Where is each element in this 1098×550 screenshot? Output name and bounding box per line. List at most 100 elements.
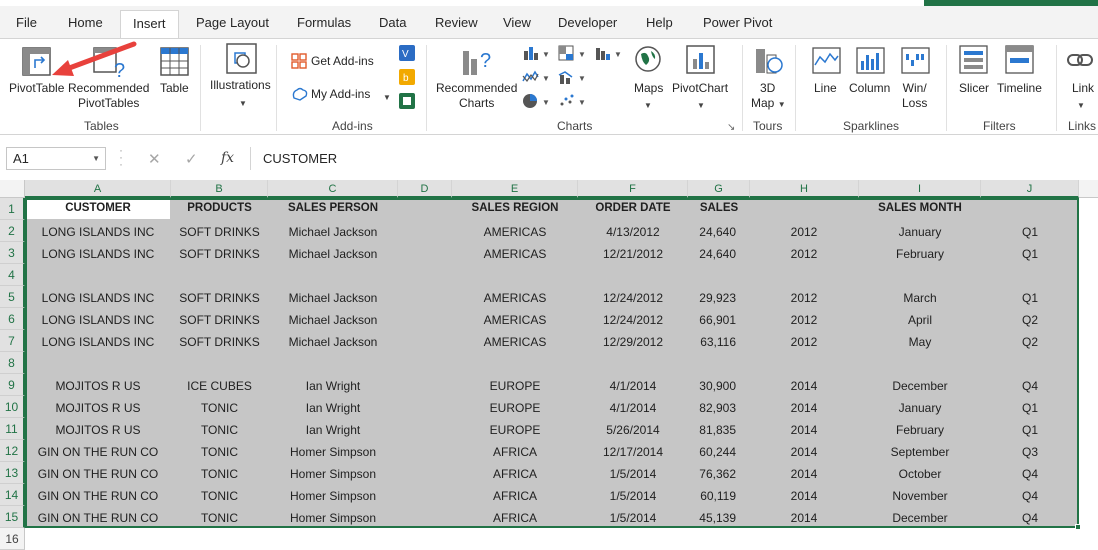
cell-quarter[interactable]: Q1 [981, 291, 1079, 305]
my-addins-icon[interactable] [291, 86, 309, 102]
tab-data[interactable]: Data [379, 15, 406, 30]
column-header-k[interactable] [1079, 180, 1098, 198]
header-sales-person[interactable]: SALES PERSON [268, 202, 398, 214]
link-dropdown-icon[interactable]: ▼ [1077, 98, 1085, 113]
table-button[interactable]: Table [160, 81, 189, 96]
cell-quarter[interactable]: Q4 [981, 511, 1079, 525]
cell-customer[interactable]: MOJITOS R US [25, 379, 171, 393]
cell-month[interactable]: May [859, 335, 981, 349]
cell-customer[interactable]: MOJITOS R US [25, 423, 171, 437]
cell-year[interactable]: 2014 [750, 401, 858, 415]
cell-region[interactable]: EUROPE [452, 401, 578, 415]
cell-month[interactable]: March [859, 291, 981, 305]
row-header[interactable]: 11 [0, 418, 25, 440]
cell-year[interactable]: 2014 [750, 445, 858, 459]
cell-region[interactable]: EUROPE [452, 379, 578, 393]
cell-month[interactable]: January [859, 401, 981, 415]
cell-date[interactable]: 1/5/2014 [578, 511, 688, 525]
cell-product[interactable]: SOFT DRINKS [171, 291, 268, 305]
cell-year[interactable]: 2012 [750, 247, 858, 261]
cell-person[interactable]: Michael Jackson [268, 225, 398, 239]
row-header[interactable]: 9 [0, 374, 25, 396]
cell-person[interactable]: Michael Jackson [268, 291, 398, 305]
cell-product[interactable]: TONIC [171, 445, 268, 459]
column-header-c[interactable]: C [268, 180, 398, 198]
row-header[interactable]: 14 [0, 484, 25, 506]
row-header[interactable]: 12 [0, 440, 25, 462]
tab-developer[interactable]: Developer [558, 15, 617, 30]
row-header[interactable]: 5 [0, 286, 25, 308]
cell-customer[interactable]: LONG ISLANDS INC [25, 335, 171, 349]
recommended-charts-button[interactable]: Recommended Charts [436, 81, 517, 111]
cell-month[interactable]: December [859, 511, 981, 525]
cell-date[interactable]: 12/29/2012 [578, 335, 688, 349]
cell-month[interactable]: September [859, 445, 981, 459]
slicer-icon[interactable] [959, 45, 989, 75]
row-header[interactable]: 10 [0, 396, 25, 418]
sparkline-column-button[interactable]: Column [849, 81, 890, 96]
sparkline-line-button[interactable]: Line [814, 81, 837, 96]
cell-date[interactable]: 5/26/2014 [578, 423, 688, 437]
cell-year[interactable]: 2014 [750, 379, 858, 393]
tab-home[interactable]: Home [68, 15, 103, 30]
cell-person[interactable]: Michael Jackson [268, 335, 398, 349]
sparkline-line-icon[interactable] [812, 47, 842, 75]
cell-customer[interactable]: GIN ON THE RUN CO [25, 467, 171, 481]
row-header[interactable]: 3 [0, 242, 25, 264]
my-addins-button[interactable]: My Add-ins [311, 87, 370, 102]
cell-customer[interactable]: MOJITOS R US [25, 401, 171, 415]
row-header[interactable]: 4 [0, 264, 25, 286]
cell-product[interactable]: SOFT DRINKS [171, 335, 268, 349]
cell-customer[interactable]: GIN ON THE RUN CO [25, 489, 171, 503]
cell-quarter[interactable]: Q1 [981, 225, 1079, 239]
3d-map-icon[interactable] [752, 45, 784, 77]
column-header-h[interactable]: H [750, 180, 859, 198]
header-sales[interactable]: SALES [688, 202, 750, 214]
cell-quarter[interactable]: Q1 [981, 423, 1079, 437]
hierarchy-chart-icon[interactable]: ▼ [558, 45, 588, 61]
column-header-d[interactable]: D [398, 180, 452, 198]
statistic-chart-icon[interactable]: ▼ [594, 45, 624, 61]
cell-month[interactable]: October [859, 467, 981, 481]
cell-region[interactable]: AFRICA [452, 445, 578, 459]
cell-sales[interactable]: 63,116 [688, 335, 736, 349]
recommended-pivottables-button[interactable]: Recommended PivotTables [68, 81, 149, 111]
cell-person[interactable]: Homer Simpson [268, 445, 398, 459]
tab-help[interactable]: Help [646, 15, 673, 30]
cell-person[interactable]: Michael Jackson [268, 247, 398, 261]
cell-region[interactable]: AFRICA [452, 489, 578, 503]
column-header-e[interactable]: E [452, 180, 578, 198]
cell-year[interactable]: 2012 [750, 313, 858, 327]
cell-year[interactable]: 2012 [750, 335, 858, 349]
cell-product[interactable]: SOFT DRINKS [171, 247, 268, 261]
cell-quarter[interactable]: Q2 [981, 335, 1079, 349]
cell-month[interactable]: November [859, 489, 981, 503]
3d-map-button[interactable]: 3D [760, 81, 775, 96]
enter-icon[interactable]: ✓ [185, 150, 198, 168]
cell-product[interactable]: TONIC [171, 423, 268, 437]
illustrations-button[interactable]: Illustrations [210, 78, 271, 93]
cell-product[interactable]: TONIC [171, 467, 268, 481]
cell-sales[interactable]: 66,901 [688, 313, 736, 327]
cancel-icon[interactable]: ✕ [148, 150, 161, 168]
table-icon[interactable] [160, 47, 190, 77]
cell-person[interactable]: Ian Wright [268, 379, 398, 393]
recommended-charts-icon[interactable]: ? [460, 45, 494, 79]
cell-person[interactable]: Ian Wright [268, 401, 398, 415]
cell-sales[interactable]: 76,362 [688, 467, 736, 481]
tab-page-layout[interactable]: Page Layout [196, 15, 269, 30]
cell-date[interactable]: 4/1/2014 [578, 401, 688, 415]
cell-sales[interactable]: 24,640 [688, 247, 736, 261]
pivottable-button[interactable]: PivotTable [9, 81, 64, 96]
cell-product[interactable]: ICE CUBES [171, 379, 268, 393]
formula-input[interactable]: CUSTOMER [250, 147, 1098, 170]
link-icon[interactable] [1066, 47, 1096, 75]
row-header[interactable]: 7 [0, 330, 25, 352]
cell-month[interactable]: February [859, 423, 981, 437]
formula-bar-grip-icon[interactable]: · · · [119, 144, 123, 170]
pivotchart-icon[interactable] [686, 45, 716, 75]
row-header[interactable]: 16 [0, 528, 25, 550]
cell-date[interactable]: 12/24/2012 [578, 291, 688, 305]
cell-date[interactable]: 12/24/2012 [578, 313, 688, 327]
cell-quarter[interactable]: Q1 [981, 247, 1079, 261]
